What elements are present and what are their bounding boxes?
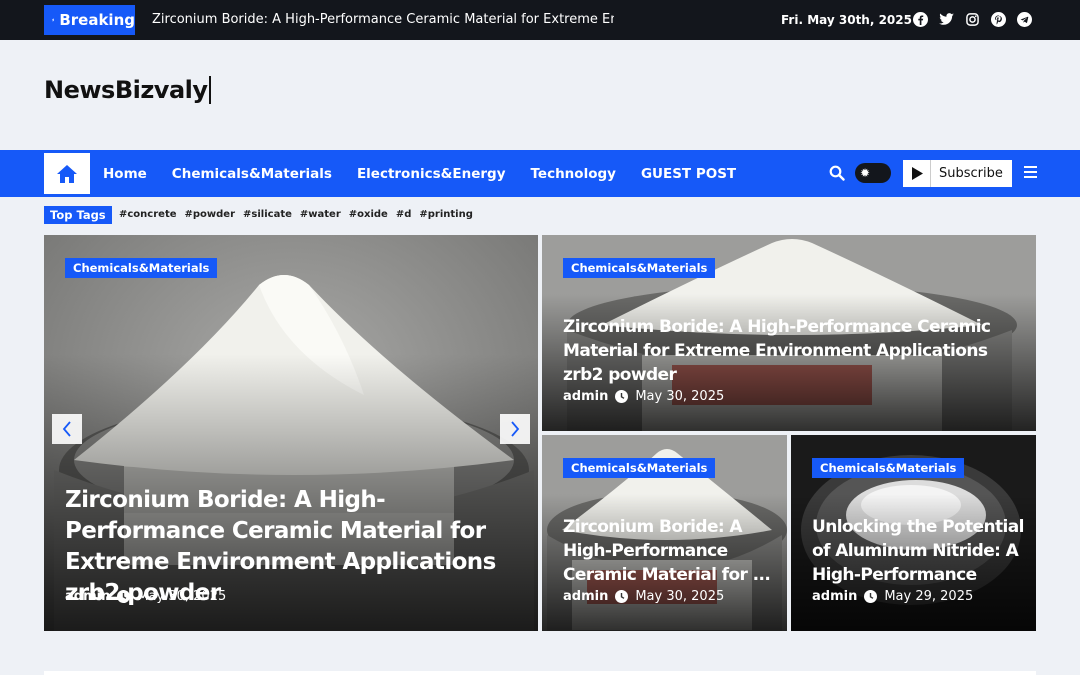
current-date: Fri. May 30th, 2025 xyxy=(781,13,912,27)
nav-links: Home Chemicals&Materials Electronics&Ene… xyxy=(103,150,736,197)
top-tags-label: Top Tags xyxy=(44,206,112,224)
chevron-right-icon xyxy=(511,421,520,437)
post-meta: admin May 29, 2025 xyxy=(812,589,973,604)
breaking-label: Breaking xyxy=(59,11,135,29)
post-title[interactable]: Zirconium Boride: A High-Performance Cer… xyxy=(563,515,775,587)
hero-meta: admin May 30, 2025 xyxy=(65,589,226,604)
post-category-badge[interactable]: Chemicals&Materials xyxy=(812,458,965,478)
content-section-edge xyxy=(44,671,1036,675)
top-bar: Breaking Zirconium Boride: A High-Perfor… xyxy=(0,0,1080,40)
post-author[interactable]: admin xyxy=(65,589,110,604)
nav-item-technology[interactable]: Technology xyxy=(531,166,616,182)
post-date[interactable]: May 30, 2025 xyxy=(137,589,226,604)
tag-link[interactable]: #concrete xyxy=(119,207,177,223)
tag-link[interactable]: #powder xyxy=(185,207,236,223)
post-title[interactable]: Zirconium Boride: A High-Performance Cer… xyxy=(563,315,1023,387)
tag-link[interactable]: #oxide xyxy=(349,207,388,223)
clock-icon xyxy=(117,590,131,603)
nav-item-chemicals-materials[interactable]: Chemicals&Materials xyxy=(172,166,332,182)
post-title[interactable]: Unlocking the Potential of Aluminum Nitr… xyxy=(812,515,1024,587)
site-logo-text[interactable]: NewsBizvaly xyxy=(44,76,208,104)
subscribe-button[interactable]: Subscribe xyxy=(903,160,1012,187)
dark-mode-toggle[interactable]: ✹ xyxy=(855,163,891,183)
tag-link[interactable]: #printing xyxy=(419,207,473,223)
nav-item-electronics-energy[interactable]: Electronics&Energy xyxy=(357,166,506,182)
tag-link[interactable]: #d xyxy=(396,207,412,223)
chevron-left-icon xyxy=(62,421,71,437)
post-date[interactable]: May 29, 2025 xyxy=(884,589,973,604)
nav-item-guest-post[interactable]: GUEST POST xyxy=(641,166,736,182)
hero-slider[interactable]: Chemicals&Materials Zirconium Boride: A … xyxy=(44,235,538,631)
tag-list: #concrete #powder #silicate #water #oxid… xyxy=(119,207,473,223)
telegram-icon[interactable] xyxy=(1017,12,1032,27)
home-icon xyxy=(57,164,77,183)
post-category-badge[interactable]: Chemicals&Materials xyxy=(563,458,716,478)
post-author[interactable]: admin xyxy=(563,589,608,604)
search-icon[interactable] xyxy=(829,165,845,181)
tag-link[interactable]: #water xyxy=(300,207,341,223)
featured-post-card[interactable]: Chemicals&Materials Zirconium Boride: A … xyxy=(542,235,1036,431)
post-date[interactable]: May 30, 2025 xyxy=(635,389,724,404)
slider-next-button[interactable] xyxy=(500,414,530,444)
social-links xyxy=(913,12,1032,27)
play-icon xyxy=(903,160,931,187)
instagram-icon[interactable] xyxy=(965,12,980,27)
post-author[interactable]: admin xyxy=(812,589,857,604)
subscribe-label: Subscribe xyxy=(939,166,1003,181)
twitter-icon[interactable] xyxy=(939,12,954,27)
clock-icon xyxy=(864,590,878,603)
clock-icon xyxy=(615,590,629,603)
tag-link[interactable]: #silicate xyxy=(243,207,292,223)
clock-icon xyxy=(615,390,629,403)
menu-icon[interactable] xyxy=(1024,166,1037,178)
sun-icon: ✹ xyxy=(859,166,871,180)
breaking-badge: Breaking xyxy=(44,5,135,35)
breaking-ticker[interactable]: Zirconium Boride: A High-Performance Cer… xyxy=(152,0,614,40)
post-author[interactable]: admin xyxy=(563,389,608,404)
post-date[interactable]: May 30, 2025 xyxy=(635,589,724,604)
post-meta: admin May 30, 2025 xyxy=(563,389,724,404)
featured-post-card[interactable]: Chemicals&Materials Unlocking the Potent… xyxy=(791,435,1036,631)
pinterest-icon[interactable] xyxy=(991,12,1006,27)
ticker-headline[interactable]: Zirconium Boride: A High-Performance Cer… xyxy=(152,12,614,27)
home-button[interactable] xyxy=(44,153,90,194)
featured-post-card[interactable]: Chemicals&Materials Zirconium Boride: A … xyxy=(542,435,787,631)
text-cursor xyxy=(208,76,211,104)
bolt-icon xyxy=(52,18,55,22)
hero-category-badge[interactable]: Chemicals&Materials xyxy=(65,258,218,278)
facebook-icon[interactable] xyxy=(913,12,928,27)
site-logo[interactable]: NewsBizvaly xyxy=(44,76,211,104)
slider-prev-button[interactable] xyxy=(52,414,82,444)
post-category-badge[interactable]: Chemicals&Materials xyxy=(563,258,716,278)
post-meta: admin May 30, 2025 xyxy=(563,589,724,604)
nav-item-home[interactable]: Home xyxy=(103,166,147,182)
